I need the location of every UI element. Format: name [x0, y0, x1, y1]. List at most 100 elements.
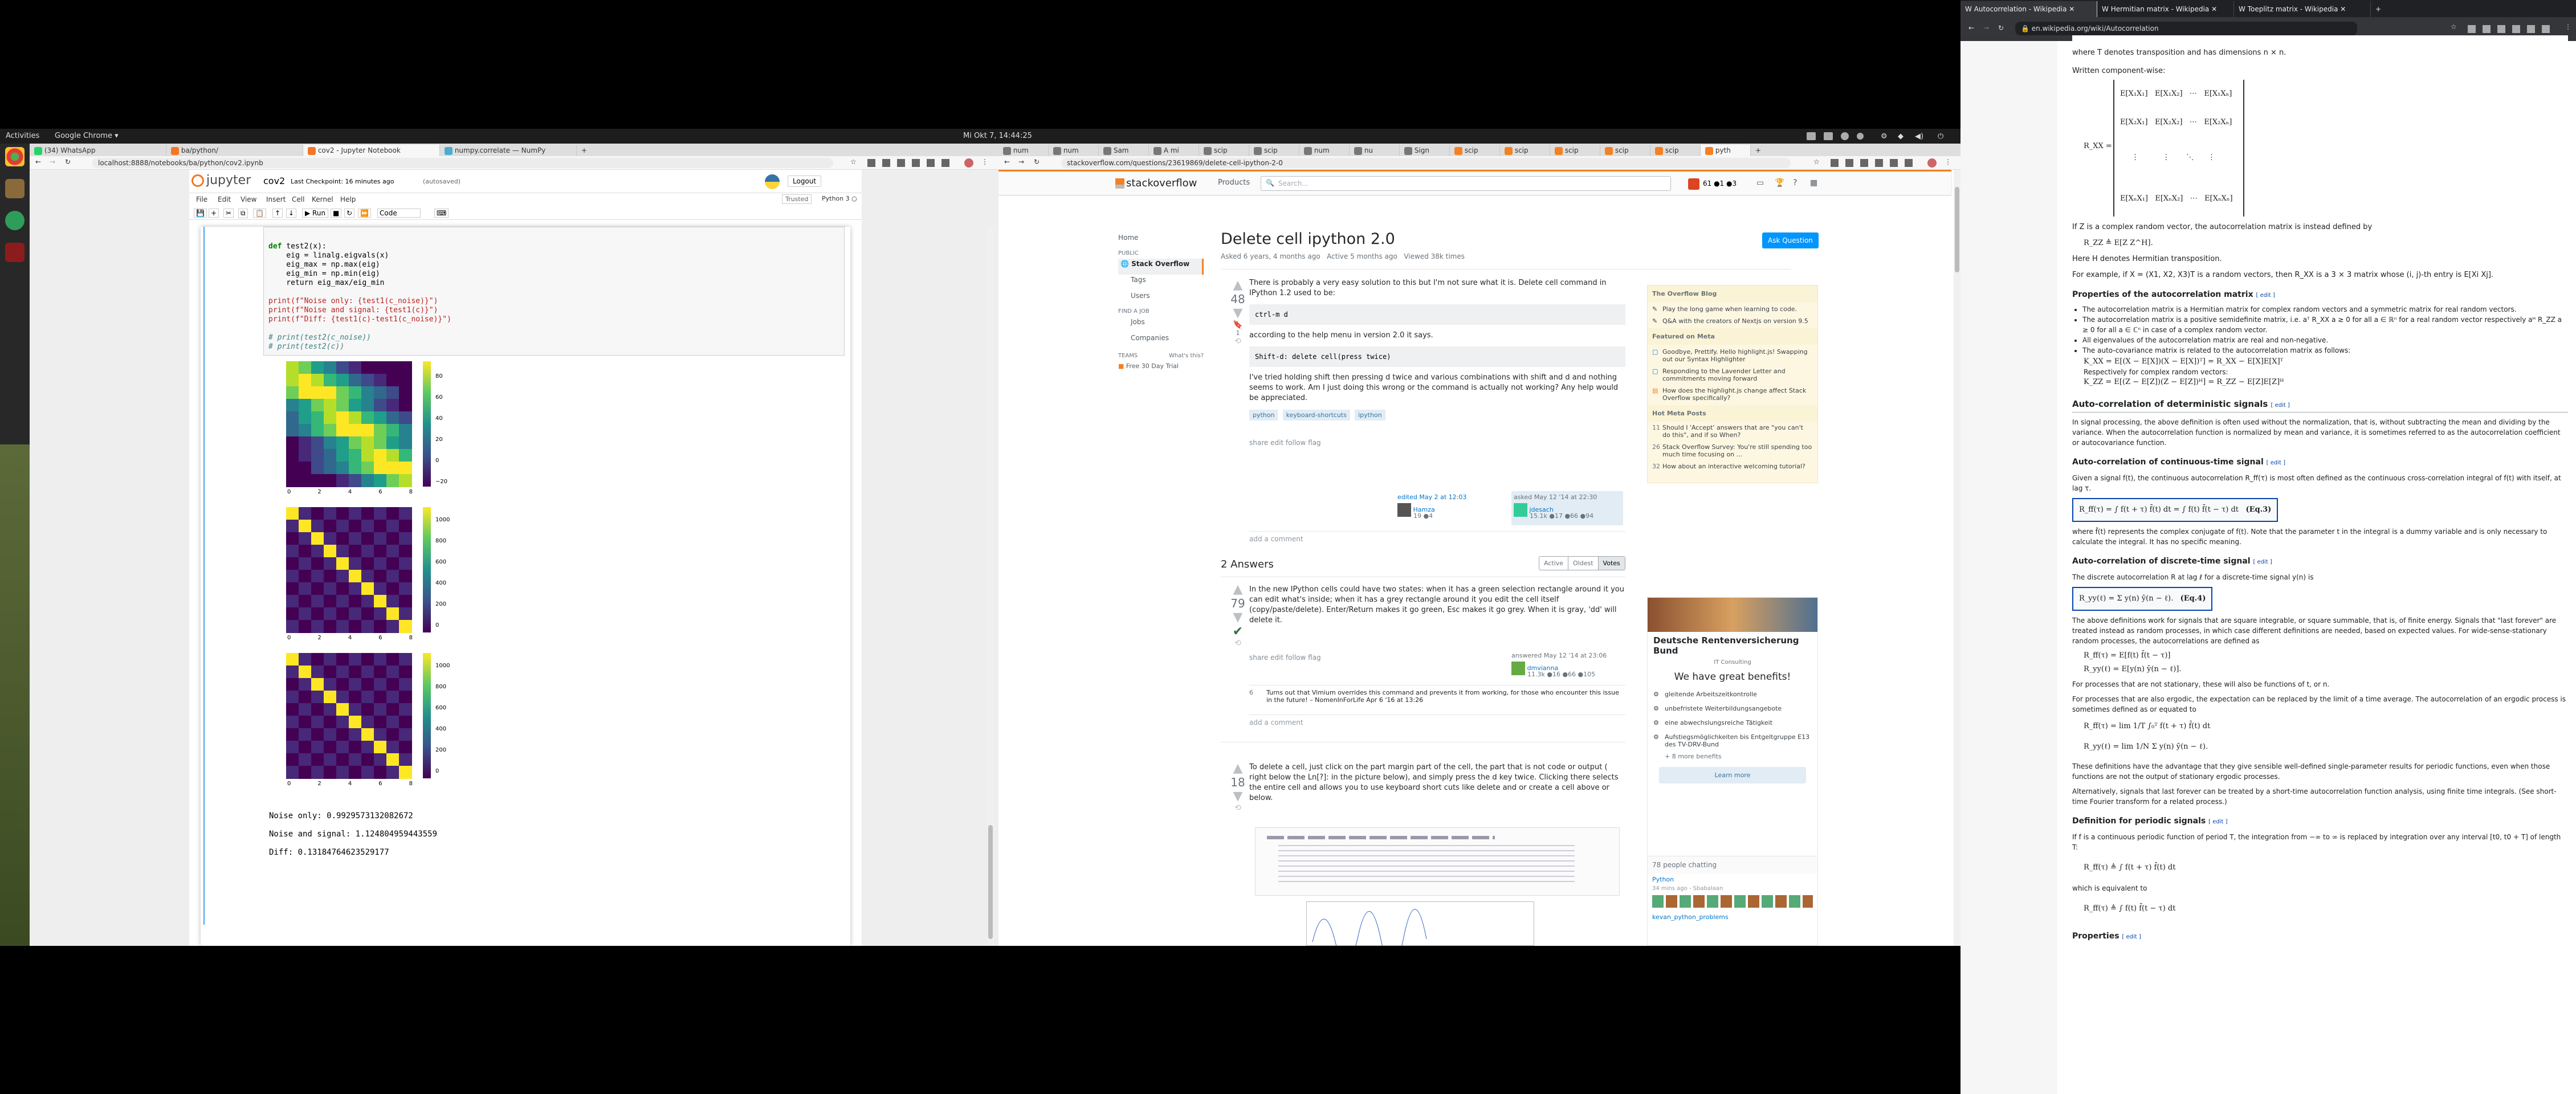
blog-item[interactable]: ✎ Q&A with the creators of Nextjs on vers…: [1648, 315, 1817, 328]
tag-keyboard-shortcuts[interactable]: keyboard-shortcuts: [1282, 410, 1350, 421]
achievements-icon[interactable]: 🏆: [1775, 178, 1784, 187]
run-button[interactable]: ▶ Run: [302, 209, 329, 218]
nav-home[interactable]: Home: [1118, 232, 1204, 248]
edited-date[interactable]: edited May 2 at 12:03: [1397, 493, 1489, 501]
history-icon[interactable]: ⟲: [1221, 639, 1255, 648]
chat-room[interactable]: kevan_python_problems: [1648, 911, 1817, 923]
more-benefits[interactable]: + 8 more benefits: [1648, 750, 1817, 762]
settings-tray-icon[interactable]: ⚙: [1881, 132, 1888, 141]
files-dock-icon[interactable]: [5, 179, 25, 198]
save-icon[interactable]: 💾: [194, 209, 207, 218]
add-comment-link[interactable]: add a comment: [1249, 531, 1625, 543]
extensions-icons[interactable]: [2468, 25, 2553, 33]
products-link[interactable]: Products: [1218, 178, 1250, 187]
history-icon[interactable]: ⟲: [1221, 803, 1255, 813]
nav-tags[interactable]: Tags: [1118, 275, 1204, 291]
address-bar[interactable]: localhost:8888/notebooks/ba/python/cov2.…: [92, 158, 833, 168]
menu-view[interactable]: View: [241, 195, 256, 203]
browser-tab[interactable]: Sign: [1400, 145, 1450, 156]
reputation[interactable]: 61 ●1 ●3: [1703, 179, 1737, 187]
cut-icon[interactable]: ✂: [223, 209, 234, 218]
back-icon[interactable]: ←: [1004, 158, 1010, 166]
app-dock-icon[interactable]: [5, 211, 25, 230]
browser-tab[interactable]: scip: [1450, 145, 1500, 156]
tab-folder[interactable]: ba/python/: [166, 145, 303, 156]
extensions-icons[interactable]: [867, 159, 953, 167]
stop-icon[interactable]: ■: [331, 209, 342, 218]
app-menu[interactable]: Google Chrome ▾: [55, 132, 119, 140]
nav-stackoverflow[interactable]: 🌐 Stack Overflow: [1118, 259, 1204, 275]
ask-question-button[interactable]: Ask Question: [1762, 232, 1819, 248]
forward-icon[interactable]: →: [1983, 24, 1989, 32]
tray-app-icon-4[interactable]: [1857, 133, 1864, 140]
star-icon[interactable]: ☆: [1813, 158, 1820, 166]
activities-button[interactable]: Activities: [6, 132, 39, 140]
edit-link[interactable]: [ edit ]: [2122, 934, 2141, 940]
menu-help[interactable]: Help: [340, 195, 356, 203]
browser-tab[interactable]: Sam: [1099, 145, 1149, 156]
restart-run-icon[interactable]: ⏩: [358, 209, 371, 218]
browser-tab[interactable]: A mi: [1149, 145, 1199, 156]
chrome-dock-icon[interactable]: [5, 147, 25, 166]
nav-users[interactable]: Users: [1118, 291, 1204, 307]
tab-hermitian[interactable]: W Hermitian matrix - Wikipedia ✕: [2097, 1, 2234, 17]
menu-kernel[interactable]: Kernel: [312, 195, 333, 203]
scrollbar[interactable]: [987, 227, 994, 946]
tab-autocorrelation[interactable]: W Autocorrelation - Wikipedia ✕: [1960, 1, 2097, 17]
star-icon[interactable]: ☆: [850, 158, 857, 166]
learn-more-button[interactable]: Learn more: [1659, 767, 1806, 783]
hot-meta-item[interactable]: 32 How about an interactive welcoming tut…: [1648, 460, 1817, 472]
help-icon[interactable]: ?: [1793, 178, 1797, 187]
tab-toeplitz[interactable]: W Toeplitz matrix - Wikipedia ✕: [2234, 1, 2371, 17]
tray-app-icon[interactable]: [1807, 132, 1816, 140]
browser-tab[interactable]: pyth: [1701, 145, 1751, 156]
move-down-icon[interactable]: ↓: [286, 209, 297, 218]
copy-icon[interactable]: ⧉: [238, 209, 248, 218]
edit-link[interactable]: [ edit ]: [2271, 402, 2290, 409]
menu-icon[interactable]: ⋮: [1945, 158, 1951, 166]
back-icon[interactable]: ←: [1968, 24, 1974, 32]
tab-numpy[interactable]: numpy.correlate — NumPy: [440, 145, 577, 156]
nav-free-trial[interactable]: ■ Free 30 Day Trial: [1118, 361, 1204, 377]
sort-oldest[interactable]: Oldest: [1568, 557, 1598, 570]
edit-link[interactable]: [ edit ]: [2253, 559, 2272, 565]
stackoverflow-logo-icon[interactable]: [1115, 178, 1124, 189]
edit-link[interactable]: [ edit ]: [2267, 460, 2285, 466]
meta-item[interactable]: ▢ Goodbye, Prettify. Hello highlight.js! …: [1648, 345, 1817, 365]
reload-icon[interactable]: ↻: [65, 158, 71, 166]
paste-icon[interactable]: 📋: [253, 209, 266, 218]
browser-tab[interactable]: scip: [1249, 145, 1299, 156]
address-bar[interactable]: stackoverflow.com/questions/23619869/del…: [1061, 158, 1791, 168]
tab-whatsapp[interactable]: (34) WhatsApp: [30, 145, 166, 156]
avatar[interactable]: [1397, 503, 1411, 517]
menu-cell[interactable]: Cell: [292, 195, 304, 203]
forward-icon[interactable]: →: [50, 158, 55, 166]
search-input[interactable]: 🔍 Search...: [1261, 176, 1671, 191]
meta-item[interactable]: ▢ Responding to the Lavender Letter and c…: [1648, 365, 1817, 385]
restart-icon[interactable]: ↻: [344, 209, 355, 218]
volume-icon[interactable]: ◀): [1915, 132, 1923, 141]
code-cell-input[interactable]: def test2(x): eig = linalg.eigvals(x) ei…: [263, 227, 845, 356]
menu-edit[interactable]: Edit: [218, 195, 231, 203]
nav-jobs[interactable]: Jobs: [1118, 317, 1204, 333]
cell-type-select[interactable]: Code: [377, 209, 421, 218]
power-icon[interactable]: ⏻: [1938, 132, 1943, 141]
tray-app-icon-2[interactable]: [1824, 132, 1833, 140]
tab-notebook[interactable]: cov2 - Jupyter Notebook: [303, 145, 440, 156]
chat-room[interactable]: Python: [1648, 873, 1817, 885]
add-comment-link[interactable]: add a comment: [1249, 715, 1625, 726]
move-up-icon[interactable]: ↑: [272, 209, 283, 218]
browser-tab[interactable]: num: [1049, 145, 1099, 156]
tray-app-icon-3[interactable]: [1841, 132, 1849, 140]
inbox-icon[interactable]: ▭: [1756, 178, 1764, 187]
browser-tab[interactable]: scip: [1550, 145, 1600, 156]
clock[interactable]: Mi Okt 7, 14:44:25: [963, 132, 1032, 140]
reload-icon[interactable]: ↻: [1998, 24, 2004, 32]
question-title[interactable]: Delete cell ipython 2.0: [1221, 230, 1791, 248]
tag-python[interactable]: python: [1249, 410, 1278, 421]
sort-active[interactable]: Active: [1539, 557, 1568, 570]
meta-item[interactable]: ▤ How does the highlight.js change affect…: [1648, 385, 1817, 405]
scrollbar[interactable]: [1954, 170, 1960, 946]
browser-tab[interactable]: num: [1299, 145, 1350, 156]
browser-tab[interactable]: scip: [1500, 145, 1550, 156]
